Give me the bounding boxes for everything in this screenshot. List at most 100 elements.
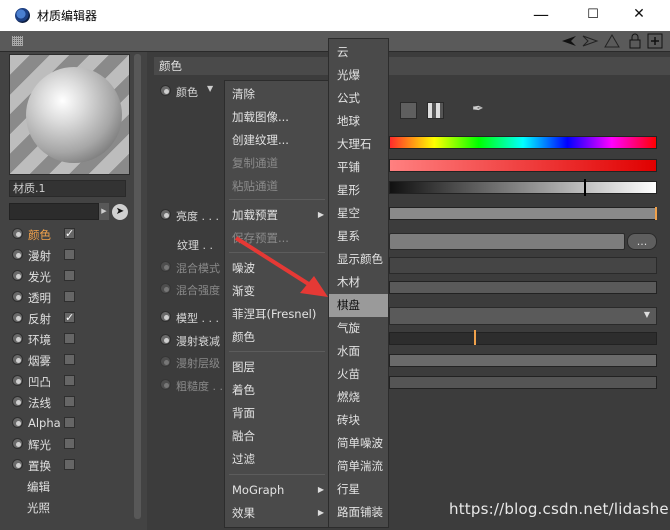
maximize-button[interactable]: ☐ <box>570 0 616 31</box>
radio-icon[interactable] <box>12 417 23 428</box>
channel-row[interactable]: 置换 <box>9 455 129 475</box>
submenu-item[interactable]: 大理石 <box>329 133 388 156</box>
submenu-item[interactable]: 木材 <box>329 271 388 294</box>
texture-browse-button[interactable]: ... <box>627 233 657 250</box>
context-menu-item[interactable]: 背面 <box>232 403 326 423</box>
forward-arrow-icon[interactable] <box>581 32 599 50</box>
submenu-item[interactable]: 气旋 <box>329 317 388 340</box>
left-scrollbar[interactable] <box>134 54 141 519</box>
material-search-field[interactable] <box>9 203 99 220</box>
submenu-item[interactable]: 水面 <box>329 340 388 363</box>
submenu-item[interactable]: 公式 <box>329 87 388 110</box>
submenu-item[interactable]: 云 <box>329 41 388 64</box>
channel-row[interactable]: 烟雾 <box>9 350 129 370</box>
saturation-slider[interactable] <box>389 159 657 172</box>
channel-row[interactable]: 光照 <box>9 497 129 517</box>
submenu-item[interactable]: 棋盘 <box>329 294 388 317</box>
triangle-right-icon[interactable]: ▶ <box>99 203 109 220</box>
value-slider-handle[interactable] <box>584 179 586 196</box>
grip-handle-icon[interactable] <box>12 36 23 46</box>
context-menu-item[interactable]: 图层 <box>232 357 326 377</box>
submenu-item[interactable]: 路面铺装 <box>329 501 388 524</box>
triangle-down-icon[interactable]: ▼ <box>207 84 213 93</box>
checkbox[interactable] <box>64 459 75 470</box>
context-menu-item[interactable]: 清除 <box>232 84 326 104</box>
submenu-item[interactable]: 星系 <box>329 225 388 248</box>
radio-icon[interactable] <box>12 396 23 407</box>
context-menu-item[interactable]: 加载预置 ▶ <box>232 205 326 225</box>
value-slider[interactable] <box>389 181 657 194</box>
radio-icon[interactable] <box>12 459 23 470</box>
hue-slider[interactable] <box>389 136 657 149</box>
minimize-button[interactable]: — <box>518 0 564 31</box>
diffuse-falloff-slider[interactable] <box>389 332 657 345</box>
brightness-slider[interactable] <box>389 207 657 220</box>
texture-field[interactable] <box>389 233 625 250</box>
radio-icon[interactable] <box>160 334 171 345</box>
context-menu-item[interactable]: 加载图像... <box>232 107 326 127</box>
checkmark-icon[interactable]: ✓ <box>64 228 75 239</box>
swatch-mode-icon[interactable] <box>427 102 444 119</box>
checkmark-icon[interactable]: ✓ <box>64 312 75 323</box>
radio-icon[interactable] <box>12 438 23 449</box>
submenu-item[interactable]: 光爆 <box>329 64 388 87</box>
checkbox[interactable] <box>64 249 75 260</box>
channel-row[interactable]: 法线 <box>9 392 129 412</box>
channel-row[interactable]: 颜色 ✓ <box>9 224 129 244</box>
checkbox[interactable] <box>64 270 75 281</box>
color-mode-icon[interactable] <box>400 102 417 119</box>
prop-row-texture[interactable]: 纹理 . . <box>155 234 235 254</box>
radio-icon[interactable] <box>12 270 23 281</box>
prop-row-model[interactable]: 模型 . . . <box>155 307 235 327</box>
context-menu-item[interactable]: MoGraph ▶ <box>232 480 326 500</box>
submenu-item[interactable]: 简单湍流 <box>329 455 388 478</box>
context-menu-item[interactable]: 过滤 <box>232 449 326 469</box>
submenu-item[interactable]: 显示颜色 <box>329 248 388 271</box>
radio-icon[interactable] <box>12 333 23 344</box>
channel-row[interactable]: 辉光 <box>9 434 129 454</box>
channel-row[interactable]: 发光 <box>9 266 129 286</box>
checkbox[interactable] <box>64 375 75 386</box>
radio-icon[interactable] <box>12 312 23 323</box>
channel-row[interactable]: 编辑 <box>9 476 129 496</box>
channel-row[interactable]: Alpha <box>9 413 129 433</box>
close-button[interactable]: ✕ <box>616 0 662 31</box>
channel-row[interactable]: 环境 <box>9 329 129 349</box>
radio-icon[interactable] <box>12 291 23 302</box>
submenu-item[interactable]: 火苗 <box>329 363 388 386</box>
material-preview[interactable] <box>9 54 130 175</box>
context-menu-item[interactable]: 噪波 <box>232 258 326 278</box>
prop-row-color[interactable]: 颜色 ▼ <box>155 81 235 101</box>
channel-row[interactable]: 漫射 <box>9 245 129 265</box>
radio-icon[interactable] <box>12 375 23 386</box>
submenu-item[interactable]: 燃烧 <box>329 386 388 409</box>
context-menu-item[interactable]: 渐变 <box>232 281 326 301</box>
cursor-pick-icon[interactable]: ➤ <box>112 204 128 220</box>
submenu-item[interactable]: 砖块 <box>329 409 388 432</box>
prop-row-brightness[interactable]: 亮度 . . . <box>155 205 235 225</box>
context-menu-item[interactable]: 融合 <box>232 426 326 446</box>
submenu-item[interactable]: 地球 <box>329 110 388 133</box>
checkbox[interactable] <box>64 333 75 344</box>
channel-row[interactable]: 反射 ✓ <box>9 308 129 328</box>
node-icon[interactable] <box>603 32 621 50</box>
radio-icon[interactable] <box>160 85 171 96</box>
radio-icon[interactable] <box>160 209 171 220</box>
back-arrow-icon[interactable] <box>560 32 578 50</box>
checkbox[interactable] <box>64 438 75 449</box>
checkbox[interactable] <box>64 291 75 302</box>
add-icon[interactable] <box>646 32 664 50</box>
submenu-item[interactable]: 星形 <box>329 179 388 202</box>
checkbox[interactable] <box>64 417 75 428</box>
radio-icon[interactable] <box>160 311 171 322</box>
radio-icon[interactable] <box>12 354 23 365</box>
context-menu-item[interactable]: 菲涅耳(Fresnel) <box>232 304 326 324</box>
radio-icon[interactable] <box>12 228 23 239</box>
eyedropper-icon[interactable]: ✒ <box>472 101 490 119</box>
checkbox[interactable] <box>64 354 75 365</box>
submenu-item[interactable]: 简单噪波 <box>329 432 388 455</box>
model-select[interactable]: ▼ <box>389 307 657 325</box>
radio-icon[interactable] <box>12 249 23 260</box>
channel-row[interactable]: 凹凸 <box>9 371 129 391</box>
submenu-item[interactable]: 星空 <box>329 202 388 225</box>
